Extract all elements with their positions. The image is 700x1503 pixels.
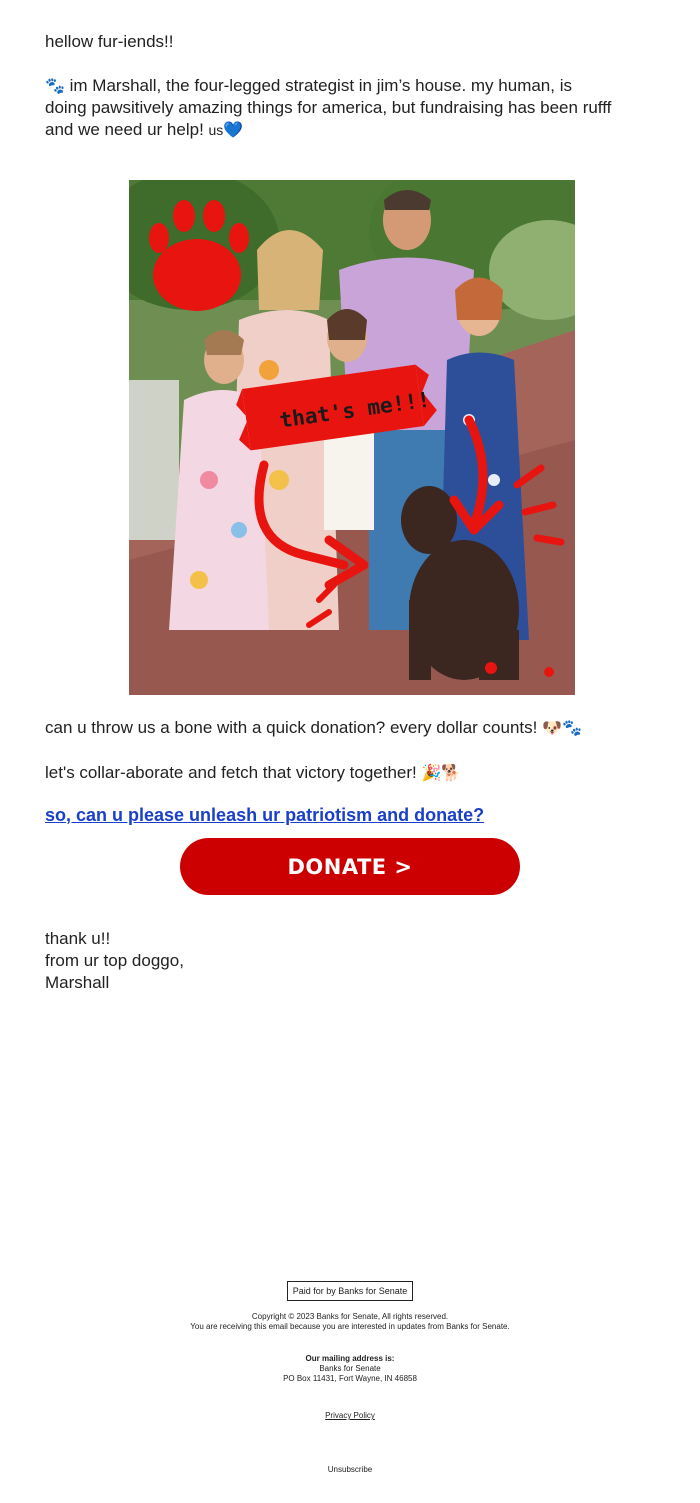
- privacy-policy-link[interactable]: Privacy Policy: [325, 1411, 375, 1420]
- intro-paragraph: 🐾 im Marshall, the four-legged strategis…: [45, 75, 655, 141]
- bone-paragraph: can u throw us a bone with a quick donat…: [45, 717, 655, 739]
- family-photo: that's me!!!: [129, 180, 575, 695]
- mailing-heading: Our mailing address is:: [305, 1354, 395, 1363]
- party-popper-icon: 🎉🐕: [421, 763, 462, 782]
- footer-copyright: Copyright © 2023 Banks for Senate, All r…: [0, 1312, 700, 1332]
- intro-text-3: and we need ur help!: [45, 120, 209, 139]
- footer-privacy: Privacy Policy: [0, 1405, 700, 1423]
- blue-heart-icon: 💙: [223, 120, 244, 139]
- paw-prints-icon: 🐾: [45, 76, 65, 95]
- receiving-text: You are receiving this email because you…: [190, 1322, 510, 1331]
- mailing-name: Banks for Senate: [319, 1364, 381, 1373]
- signoff-line-2: from ur top doggo,: [45, 951, 184, 970]
- mailing-address: PO Box 11431, Fort Wayne, IN 46858: [283, 1374, 417, 1383]
- footer-unsubscribe: Unsubscribe: [0, 1459, 700, 1477]
- dog-face-icon: 🐶🐾: [542, 718, 582, 737]
- collar-paragraph: let's collar-aborate and fetch that vict…: [45, 762, 655, 784]
- intro-line-1: 🐾 im Marshall, the four-legged strategis…: [45, 75, 655, 97]
- intro-line-2: doing pawsitively amazing things for ame…: [45, 98, 612, 117]
- signoff: thank u!! from ur top doggo, Marshall: [45, 928, 184, 994]
- us-flag-icon: us: [208, 122, 224, 138]
- donate-button[interactable]: DONATE >: [180, 838, 520, 895]
- paid-for-box: Paid for by Banks for Senate: [286, 1281, 414, 1301]
- family-photo-illustration: [129, 180, 575, 695]
- footer-paid-for: Paid for by Banks for Senate: [0, 1281, 700, 1301]
- signoff-line-1: thank u!!: [45, 929, 111, 948]
- intro-text-1: im Marshall, the four-legged strategist …: [64, 76, 572, 95]
- unsubscribe-link[interactable]: Unsubscribe: [328, 1465, 372, 1474]
- signoff-line-3: Marshall: [45, 973, 110, 992]
- footer-mailing-address: Our mailing address is: Banks for Senate…: [0, 1354, 700, 1384]
- collar-text: let's collar-aborate and fetch that vict…: [45, 763, 422, 782]
- intro-line-3: and we need ur help! us💙: [45, 119, 655, 141]
- copyright-text: Copyright © 2023 Banks for Senate, All r…: [251, 1312, 449, 1321]
- greeting-text: hellow fur-iends!!: [45, 32, 174, 51]
- donate-cta-link[interactable]: so, can u please unleash ur patriotism a…: [45, 805, 484, 826]
- bone-text: can u throw us a bone with a quick donat…: [45, 718, 543, 737]
